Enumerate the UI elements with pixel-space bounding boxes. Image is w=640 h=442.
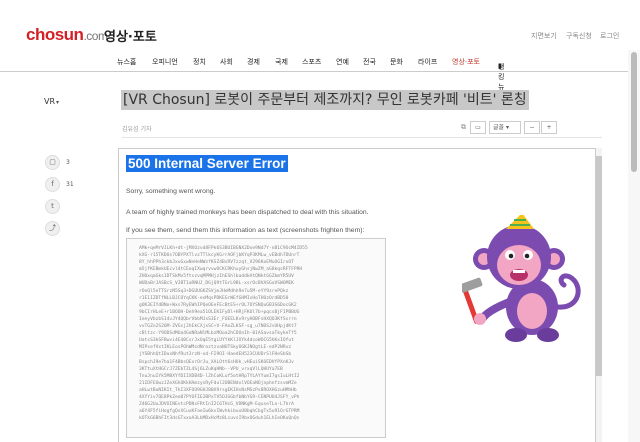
chevron-down-icon[interactable]: ▾ <box>56 99 59 106</box>
util-link-subscribe[interactable]: 구독신청 <box>566 31 592 41</box>
breadcrumb[interactable]: VR <box>44 97 55 106</box>
facebook-icon[interactable]: f <box>45 177 60 192</box>
error-title: 500 Internal Server Error <box>126 155 288 172</box>
error-instructions: If you see them, send them this informat… <box>126 227 365 234</box>
chevron-down-icon: ▾ <box>504 124 509 131</box>
nav-item-video-photo[interactable]: 영상·포토 <box>452 57 480 67</box>
nav-item-opinion[interactable]: 오피니언 <box>152 57 178 67</box>
nav-item-international[interactable]: 국제 <box>275 57 288 67</box>
nav-item-regional[interactable]: 전국 <box>363 57 376 67</box>
share-button[interactable]: 글꼴 ▾ <box>489 121 521 134</box>
error-monkeys: A team of highly trained monkeys has bee… <box>126 209 369 216</box>
nav-item-politics[interactable]: 정치 <box>193 57 206 67</box>
error-trace-box[interactable]: AMk+qeMrVJLKh+dt-jMXOzvd8FPk6S3BUIBGNX2D… <box>126 238 386 438</box>
article-title: [VR Chosun] 로봇이 주문부터 제조까지? 무인 로봇카페 '비트' … <box>121 90 529 110</box>
error-message: Sorry, something went wrong. <box>126 188 216 195</box>
share-icon[interactable]: ⤴ <box>45 221 60 236</box>
main-nav: 뉴스홈 오피니언 정치 사회 경제 국제 스포츠 연예 전국 문화 라이프 영상… <box>0 52 640 101</box>
site-header: chosun.com 영상·포토 지면보기 구독신청 로그인 <box>0 0 640 50</box>
error-trace-text[interactable]: AMk+qeMrVJLKh+dt-jMXOzvd8FPk6S3BUIBGNX2D… <box>139 245 379 431</box>
chosun-logo[interactable]: chosun.com <box>26 25 108 45</box>
print-button[interactable]: ▭ <box>470 121 486 134</box>
article-byline[interactable]: 김유섬 기자 <box>122 124 152 133</box>
font-decrease-button[interactable]: − <box>524 121 540 134</box>
section-title[interactable]: 영상·포토 <box>104 26 157 45</box>
nav-item-culture[interactable]: 문화 <box>390 57 403 67</box>
util-link-print-edition[interactable]: 지면보기 <box>531 31 557 41</box>
divider <box>122 137 602 138</box>
frame-scrollbar-thumb[interactable] <box>596 156 602 376</box>
page-scrollbar-thumb[interactable] <box>631 52 637 172</box>
nav-item-sports[interactable]: 스포츠 <box>302 57 321 67</box>
comment-icon[interactable]: ▢ <box>45 155 60 170</box>
font-increase-button[interactable]: + <box>541 121 557 134</box>
frame-scrollbar[interactable] <box>596 148 602 442</box>
twitter-icon[interactable]: t <box>45 199 60 214</box>
nav-item-news-home[interactable]: 뉴스홈 <box>117 57 136 67</box>
page-scrollbar[interactable] <box>628 50 640 442</box>
util-link-login[interactable]: 로그인 <box>600 31 619 41</box>
monkey-mascot-illustration <box>462 215 581 342</box>
nav-item-life[interactable]: 라이프 <box>418 57 437 67</box>
nav-item-economy[interactable]: 경제 <box>247 57 260 67</box>
copy-link-icon[interactable]: ⧉ <box>461 123 466 132</box>
nav-item-society[interactable]: 사회 <box>220 57 233 67</box>
comment-count: 3 <box>66 159 70 166</box>
facebook-count: 31 <box>66 181 74 188</box>
print-icon: ▭ <box>475 124 481 131</box>
nav-item-entertainment[interactable]: 연예 <box>336 57 349 67</box>
